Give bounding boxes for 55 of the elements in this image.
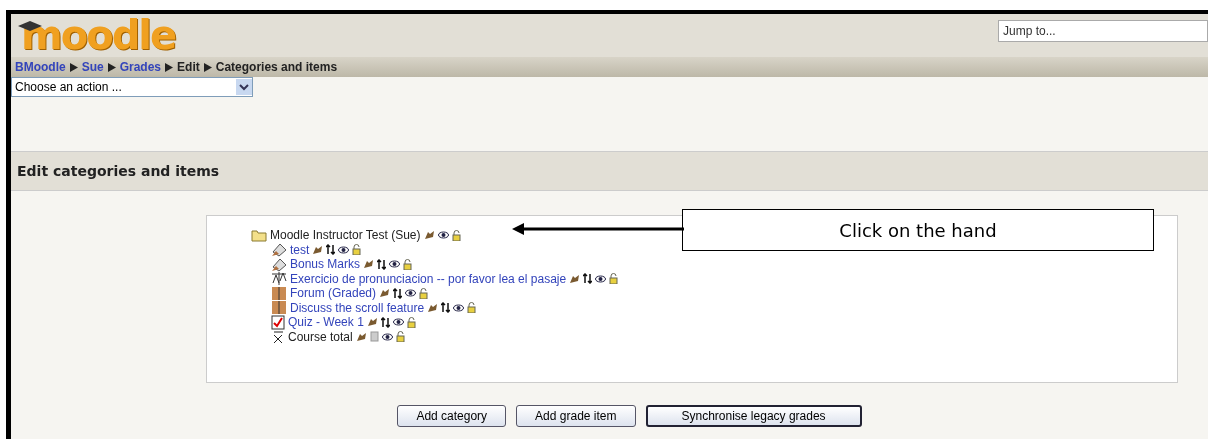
eye-icon <box>381 332 393 341</box>
unlocked-padlock-icon <box>352 244 362 256</box>
action-button[interactable]: Add grade item <box>516 405 636 427</box>
checkbox-icon <box>271 314 285 330</box>
jump-to-field[interactable]: Jump to... <box>998 20 1208 42</box>
eye-icon <box>389 260 401 269</box>
calculator-icon <box>369 331 379 343</box>
breadcrumb-link[interactable]: BMoodle <box>15 60 66 74</box>
separator-triangle-icon <box>107 62 116 72</box>
x-bar-icon <box>271 329 285 344</box>
section-heading: Edit categories and items <box>11 151 1208 191</box>
unlocked-padlock-icon <box>451 229 461 241</box>
breadcrumb-link[interactable]: Sue <box>81 60 104 74</box>
unlocked-padlock-icon <box>419 287 429 299</box>
category-name: Moodle Instructor Test (Sue) <box>270 228 421 243</box>
breadcrumb-label: Edit <box>177 60 200 74</box>
pencil-paper-icon <box>271 242 287 258</box>
eye-icon <box>392 318 404 327</box>
unlocked-padlock-icon <box>609 273 619 285</box>
moodle-logo: moodle <box>21 14 176 57</box>
action-button[interactable]: Add category <box>397 405 507 427</box>
move-icon <box>393 287 403 299</box>
action-dropdown[interactable]: Choose an action ... <box>11 77 253 97</box>
eye-icon <box>338 245 350 254</box>
unlocked-padlock-icon <box>395 331 405 343</box>
breadcrumb-link[interactable]: Grades <box>119 60 162 74</box>
forum-icon <box>271 300 287 316</box>
pencil-paper-icon <box>271 256 287 272</box>
grade-item-name: Course total <box>288 329 353 344</box>
grade-item-name[interactable]: Exercicio de pronunciacion -- por favor lea el pasaje <box>290 271 567 286</box>
grade-item-name[interactable]: test <box>290 242 310 257</box>
action-button[interactable]: Synchronise legacy grades <box>645 405 862 427</box>
move-icon <box>441 302 451 314</box>
move-icon <box>326 244 336 256</box>
forum-icon <box>271 285 287 301</box>
move-icon <box>380 316 390 328</box>
folder-icon <box>251 228 267 242</box>
eye-icon <box>595 274 607 283</box>
grade-item-name[interactable]: Bonus Marks <box>290 257 361 272</box>
move-icon <box>583 273 593 285</box>
eye-icon <box>405 289 417 298</box>
grade-item-name[interactable]: Discuss the scroll feature <box>290 300 425 315</box>
separator-triangle-icon <box>165 62 174 72</box>
eye-icon <box>437 231 449 240</box>
move-icon <box>377 258 387 270</box>
unlocked-padlock-icon <box>406 316 416 328</box>
breadcrumb-label: Categories and items <box>215 60 338 74</box>
grade-item-name[interactable]: Quiz - Week 1 <box>288 315 364 330</box>
separator-triangle-icon <box>69 62 78 72</box>
callout-note: Click on the hand <box>682 209 1154 251</box>
separator-triangle-icon <box>203 62 212 72</box>
unlocked-padlock-icon <box>467 302 477 314</box>
unlocked-padlock-icon <box>403 258 413 270</box>
eye-icon <box>453 303 465 312</box>
grade-item-name[interactable]: Forum (Graded) <box>290 286 377 301</box>
